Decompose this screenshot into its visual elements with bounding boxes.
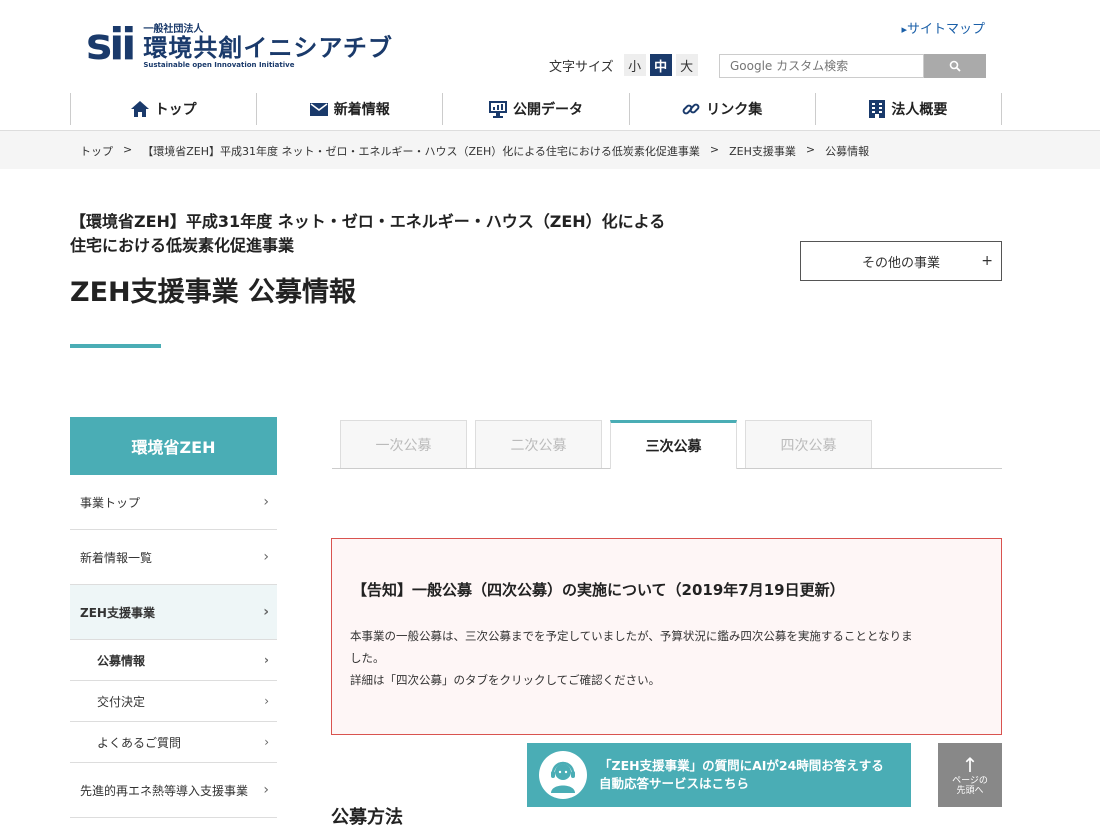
building-icon <box>869 100 886 118</box>
ai-banner-text: 「ZEH支援事業」の質問にAIが24時間お答えする 自動応答サービスはこちら <box>599 757 884 793</box>
monitor-icon <box>489 100 507 118</box>
other-programs-label: その他の事業 <box>861 255 940 271</box>
gnav-item-links[interactable]: リンク集 <box>628 93 815 125</box>
breadcrumb: トップ > 【環境省ZEH】平成31年度 ネット・ゼロ・エネルギー・ハウス（ZE… <box>80 143 869 159</box>
global-nav: トップ 新着情報 公開データ リンク集 法人概要 <box>70 93 1003 125</box>
logo-org-type: 一般社団法人 <box>143 24 204 35</box>
sidebar-heading: 環境省ZEH <box>70 417 277 475</box>
notice-box: 【告知】一般公募（四次公募）の実施について（2019年7月19日更新） 本事業の… <box>331 538 1002 735</box>
sidebar-item-zeh-support[interactable]: ZEH支援事業 › <box>70 585 277 640</box>
headset-operator-icon <box>551 761 575 793</box>
link-icon <box>682 103 700 115</box>
sidebar-subitem-grant-decision[interactable]: 交付決定 › <box>70 681 277 722</box>
sidebar-item-label: 公募情報 <box>97 653 146 668</box>
gnav-item-news[interactable]: 新着情報 <box>256 93 442 125</box>
sidebar-item-renewable-heat[interactable]: 先進的再エネ熱等導入支援事業 › <box>70 763 277 818</box>
page-top-line1: ページの <box>952 776 988 786</box>
notice-title: 【告知】一般公募（四次公募）の実施について（2019年7月19日更新） <box>352 581 845 599</box>
breadcrumb-item-program[interactable]: 【環境省ZEH】平成31年度 ネット・ゼロ・エネルギー・ハウス（ZEH）化による… <box>142 143 700 159</box>
chevron-right-icon: › <box>264 694 269 708</box>
logo-mark: sii <box>86 18 136 70</box>
chevron-right-icon: › <box>263 549 269 565</box>
section-heading-application-method: 公募方法 <box>331 807 403 828</box>
ai-banner-line2: 自動応答サービスはこちら <box>599 776 750 791</box>
chevron-right-icon: › <box>264 653 269 667</box>
breadcrumb-item-current: 公募情報 <box>825 145 870 158</box>
other-programs-button[interactable]: その他の事業 + <box>800 241 1002 281</box>
plus-icon: + <box>981 253 993 269</box>
sidebar-item-label: 交付決定 <box>97 694 146 709</box>
program-title-line2: 住宅における低炭素化促進事業 <box>70 236 295 255</box>
sidebar-item-label: よくあるご質問 <box>97 735 182 750</box>
ai-banner-line1: 「ZEH支援事業」の質問にAIが24時間お答えする <box>599 758 884 773</box>
gnav-label: リンク集 <box>706 102 763 118</box>
breadcrumb-item-top[interactable]: トップ <box>80 143 113 159</box>
sidebar-item-news-list[interactable]: 新着情報一覧 › <box>70 530 277 585</box>
chevron-right-icon: › <box>263 604 269 620</box>
breadcrumb-separator: > <box>709 143 720 156</box>
sidebar-item-label: ZEH支援事業 <box>80 605 155 620</box>
logo-org-name: 環境共創イニシアチブ <box>143 34 393 62</box>
site-search <box>719 54 986 78</box>
font-size-label: 文字サイズ <box>549 59 614 75</box>
font-size-medium-button[interactable]: 中 <box>649 54 672 76</box>
mail-icon <box>309 102 328 116</box>
sidebar-nav: 事業トップ › 新着情報一覧 › ZEH支援事業 › 公募情報 › 交付決定 ›… <box>70 475 277 818</box>
notice-line: 本事業の一般公募は、三次公募までを予定していましたが、予算状況に鑑み四次公募を実… <box>350 629 913 643</box>
chevron-right-icon: › <box>263 782 269 798</box>
gnav-label: トップ <box>154 102 197 118</box>
sidebar-subitem-faq[interactable]: よくあるご質問 › <box>70 722 277 763</box>
sidebar-item-label: 先進的再エネ熱等導入支援事業 <box>80 783 249 798</box>
program-title: 【環境省ZEH】平成31年度 ネット・ゼロ・エネルギー・ハウス（ZEH）化による… <box>70 210 770 258</box>
gnav-item-public-data[interactable]: 公開データ <box>442 93 628 125</box>
sidebar-item-program-top[interactable]: 事業トップ › <box>70 475 277 530</box>
sidebar-subitem-application-info[interactable]: 公募情報 › <box>70 640 277 681</box>
notice-line: 詳細は「四次公募」のタブをクリックしてご確認ください。 <box>350 673 661 687</box>
search-icon <box>949 60 961 72</box>
gnav-label: 法人概要 <box>891 102 948 118</box>
program-title-line1: 【環境省ZEH】平成31年度 ネット・ゼロ・エネルギー・ハウス（ZEH）化による <box>70 212 666 231</box>
logo-org-english: Sustainable open Innovation Initiative <box>143 61 295 70</box>
gnav-label: 新着情報 <box>333 102 390 118</box>
font-size-switcher: 文字サイズ 小 中 大 <box>549 54 702 76</box>
sidebar-item-label: 新着情報一覧 <box>80 550 153 565</box>
sidebar-item-label: 事業トップ <box>80 495 141 510</box>
page-title: ZEH支援事業 公募情報 <box>70 277 357 308</box>
tab-round-4[interactable]: 四次公募 <box>745 420 872 468</box>
chevron-right-icon: › <box>263 494 269 510</box>
title-underline <box>70 344 161 348</box>
operator-avatar-icon <box>539 751 587 799</box>
site-logo[interactable]: sii 一般社団法人 環境共創イニシアチブ Sustainable open I… <box>86 20 393 69</box>
font-size-small-button[interactable]: 小 <box>623 54 646 76</box>
round-tabs: 一次公募 二次公募 三次公募 四次公募 <box>332 420 1002 469</box>
home-icon <box>130 101 149 117</box>
breadcrumb-separator: > <box>805 143 816 156</box>
notice-body: 本事業の一般公募は、三次公募までを予定していましたが、予算状況に鑑み四次公募を実… <box>350 625 990 691</box>
sitemap-link[interactable]: サイトマップ <box>901 18 985 37</box>
tab-round-3[interactable]: 三次公募 <box>610 420 737 469</box>
ai-support-banner[interactable]: 「ZEH支援事業」の質問にAIが24時間お答えする 自動応答サービスはこちら <box>527 743 911 807</box>
gnav-label: 公開データ <box>513 102 583 118</box>
breadcrumb-separator: > <box>123 143 133 156</box>
breadcrumb-item-zeh-support[interactable]: ZEH支援事業 <box>729 143 796 159</box>
page-top-line2: 先頭へ <box>956 786 984 796</box>
gnav-item-about[interactable]: 法人概要 <box>814 93 1003 125</box>
font-size-large-button[interactable]: 大 <box>675 54 698 76</box>
gnav-item-top[interactable]: トップ <box>70 93 256 125</box>
notice-line: した。 <box>350 651 385 665</box>
arrow-up-icon: ↑ <box>961 753 979 777</box>
search-button[interactable] <box>924 54 986 78</box>
page-top-button[interactable]: ↑ ページの 先頭へ <box>938 743 1002 807</box>
tab-round-2[interactable]: 二次公募 <box>475 420 602 468</box>
chevron-right-icon: › <box>264 735 269 749</box>
search-input[interactable] <box>719 54 924 78</box>
tab-round-1[interactable]: 一次公募 <box>340 420 467 468</box>
